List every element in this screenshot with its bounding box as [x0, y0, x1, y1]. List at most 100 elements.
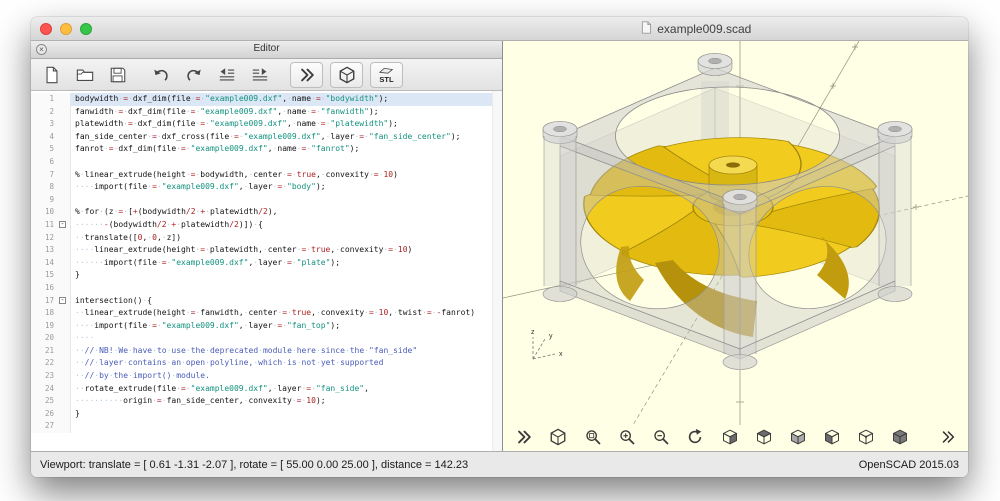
fold-marker[interactable]: - [59, 221, 66, 228]
app-version-text: OpenSCAD 2015.03 [859, 459, 959, 471]
code-line[interactable]: 10 %·for·(z·=·[+(bodywidth/2·+·platewidth… [31, 206, 502, 219]
open-file-button[interactable] [72, 62, 98, 87]
line-number: 10 [31, 206, 57, 219]
code-text: %·for·(z·=·[+(bodywidth/2·+·platewidth/2… [71, 206, 502, 219]
toolbar-group: STL [290, 62, 403, 88]
code-line[interactable]: 26} [31, 408, 502, 421]
code-line[interactable]: 14······import(file·=·"example009.dxf",·… [31, 257, 502, 270]
code-text: platewidth·=·dxf_dim(file·=·"example009.… [71, 118, 502, 131]
zoom-in-button[interactable] [616, 427, 637, 448]
view-right-button[interactable] [719, 427, 740, 448]
fold-margin [57, 307, 71, 320]
code-line[interactable]: 1bodywidth·=·dxf_dim(file·=·"example009.… [31, 93, 502, 106]
fold-margin [57, 320, 71, 333]
toolbar-overflow-button[interactable] [937, 427, 958, 448]
view-bottom-button[interactable] [787, 427, 808, 448]
fold-margin [57, 156, 71, 169]
fold-margin [57, 257, 71, 270]
preview-icon [298, 66, 316, 84]
code-line[interactable]: 24··rotate_extrude(file·=·"example009.dx… [31, 383, 502, 396]
code-line[interactable]: 13····linear_extrude(height·=·platewidth… [31, 244, 502, 257]
unindent-button[interactable] [214, 62, 240, 87]
code-line[interactable]: 21··//·NB!·We·have·to·use·the·deprecated… [31, 345, 502, 358]
preview-button[interactable] [513, 427, 534, 448]
line-number: 19 [31, 320, 57, 333]
view-left-button[interactable] [821, 427, 842, 448]
fold-marker[interactable]: - [59, 297, 66, 304]
3d-scene[interactable]: x y z [503, 41, 968, 425]
close-window-button[interactable] [40, 23, 52, 35]
line-number: 14 [31, 257, 57, 270]
fold-margin [57, 345, 71, 358]
fold-margin [57, 269, 71, 282]
editor-scrollbar[interactable] [492, 91, 502, 451]
code-line[interactable]: 7%·linear_extrude(height·=·bodywidth,·ce… [31, 169, 502, 182]
x-axis-label: x [559, 351, 563, 358]
traffic-lights [40, 23, 92, 35]
export-stl-button[interactable]: STL [370, 62, 403, 88]
new-file-button[interactable] [39, 62, 65, 87]
code-line[interactable]: 2fanwidth·=·dxf_dim(file·=·"example009.d… [31, 106, 502, 119]
render-button[interactable] [547, 427, 568, 448]
undo-button[interactable] [148, 62, 174, 87]
line-number: 20 [31, 332, 57, 345]
view-all-button[interactable] [582, 427, 603, 448]
stl-shape-icon [378, 66, 396, 75]
fold-margin [57, 420, 71, 433]
code-line[interactable]: 17-intersection()·{ [31, 295, 502, 308]
code-line[interactable]: 15} [31, 269, 502, 282]
code-editor[interactable]: 1bodywidth·=·dxf_dim(file·=·"example009.… [31, 91, 502, 451]
fold-margin [57, 244, 71, 257]
code-line[interactable]: 20 ···· [31, 332, 502, 345]
toolbar-group [582, 427, 705, 448]
view-front-button[interactable] [855, 427, 876, 448]
render-button[interactable] [330, 62, 363, 88]
editor-panel-header[interactable]: × Editor [31, 41, 502, 59]
reset-view-button[interactable] [684, 427, 705, 448]
view-top-button[interactable] [753, 427, 774, 448]
axis-indicator: x y z [531, 329, 563, 359]
code-text: ······-(bodywidth/2·+·platewidth/2)])·{ [71, 219, 502, 232]
code-line[interactable]: 23··//·by·the·import()·module. [31, 370, 502, 383]
line-number: 18 [31, 307, 57, 320]
status-bar: Viewport: translate = [ 0.61 -1.31 -2.07… [31, 451, 968, 477]
code-line[interactable]: 4fan_side_center·=·dxf_cross(file·=·"exa… [31, 131, 502, 144]
3d-viewport[interactable]: x y z [503, 41, 968, 451]
view-back-button[interactable] [889, 427, 910, 448]
undo-icon [152, 66, 170, 84]
code-text: intersection()·{ [71, 295, 502, 308]
close-editor-button[interactable]: × [36, 44, 47, 55]
redo-button[interactable] [181, 62, 207, 87]
code-line[interactable]: 25··········origin·=·fan_side_center,·co… [31, 395, 502, 408]
fold-margin [57, 169, 71, 182]
window-titlebar[interactable]: example009.scad [31, 17, 968, 41]
zoom-out-button[interactable] [650, 427, 671, 448]
toolbar-group [148, 62, 273, 87]
fold-margin [57, 332, 71, 345]
code-line[interactable]: 3platewidth·=·dxf_dim(file·=·"example009… [31, 118, 502, 131]
indent-button[interactable] [247, 62, 273, 87]
code-text: } [71, 269, 502, 282]
code-line[interactable]: 12··translate([0,·0,·z]) [31, 232, 502, 245]
code-line[interactable]: 22··//·layer·contains·an·open·polyline,·… [31, 357, 502, 370]
code-text: ···· [71, 332, 502, 345]
save-button[interactable] [105, 62, 131, 87]
code-line[interactable]: 18··linear_extrude(height·=·fanwidth,·ce… [31, 307, 502, 320]
code-line[interactable]: 6 [31, 156, 502, 169]
preview-button[interactable] [290, 62, 323, 88]
code-text: fanrot·=·dxf_dim(file·=·"example009.dxf"… [71, 143, 502, 156]
code-line[interactable]: 9 [31, 194, 502, 207]
code-text: ··//·layer·contains·an·open·polyline,·wh… [71, 357, 502, 370]
code-line[interactable]: 5fanrot·=·dxf_dim(file·=·"example009.dxf… [31, 143, 502, 156]
code-line[interactable]: 16 [31, 282, 502, 295]
fold-margin [57, 206, 71, 219]
code-line[interactable]: 8····import(file·=·"example009.dxf",·lay… [31, 181, 502, 194]
code-text: ··translate([0,·0,·z]) [71, 232, 502, 245]
fold-margin [57, 408, 71, 421]
zoom-window-button[interactable] [80, 23, 92, 35]
code-line[interactable]: 19····import(file·=·"example009.dxf",·la… [31, 320, 502, 333]
code-line[interactable]: 11-······-(bodywidth/2·+·platewidth/2)])… [31, 219, 502, 232]
minimize-window-button[interactable] [60, 23, 72, 35]
fold-margin [57, 395, 71, 408]
code-line[interactable]: 27 [31, 420, 502, 433]
